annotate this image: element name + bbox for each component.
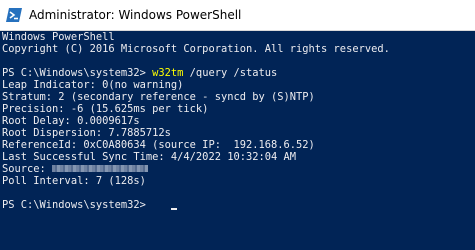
title-bar[interactable]: Administrator: Windows PowerShell: [0, 0, 475, 31]
output-last-sync-time: Last Successful Sync Time: 4/4/2022 10:3…: [2, 151, 297, 163]
redacted-source-value: [52, 165, 149, 172]
source-label: Source:: [2, 163, 53, 175]
command-name: w32tm: [152, 67, 184, 79]
powershell-window: Administrator: Windows PowerShell Window…: [0, 0, 475, 250]
output-stratum: Stratum: 2 (secondary reference - syncd …: [2, 91, 315, 103]
copyright-line: Copyright (C) 2016 Microsoft Corporation…: [2, 43, 390, 55]
command-line: PS C:\Windows\system32> w32tm /query /st…: [2, 67, 277, 79]
prompt: PS C:\Windows\system32>: [2, 67, 153, 79]
output-reference-id: ReferenceId: 0xC0A80634 (source IP: 192.…: [2, 139, 315, 151]
window-title: Administrator: Windows PowerShell: [29, 8, 242, 22]
output-root-dispersion: Root Dispersion: 7.7885712s: [2, 127, 171, 139]
text-cursor: [171, 208, 177, 210]
command-args: /query /status: [183, 67, 278, 79]
output-root-delay: Root Delay: 0.0009617s: [2, 115, 140, 127]
console-area[interactable]: Windows PowerShell Copyright (C) 2016 Mi…: [0, 31, 475, 250]
current-prompt: PS C:\Windows\system32>: [2, 199, 153, 211]
output-poll-interval: Poll Interval: 7 (128s): [2, 175, 146, 187]
output-source: Source:: [2, 163, 149, 175]
powershell-icon: [6, 8, 22, 22]
output-leap-indicator: Leap Indicator: 0(no warning): [2, 79, 184, 91]
output-precision: Precision: -6 (15.625ms per tick): [2, 103, 209, 115]
banner-line: Windows PowerShell: [2, 31, 115, 43]
